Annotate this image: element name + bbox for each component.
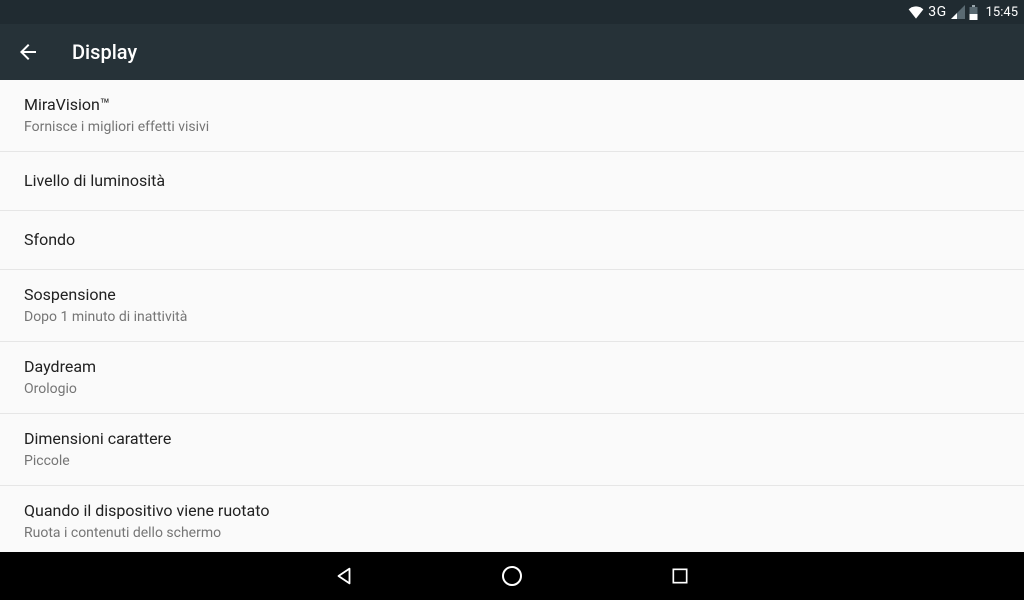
navigation-bar	[0, 552, 1024, 600]
nav-back-button[interactable]	[330, 562, 358, 590]
setting-brightness[interactable]: Livello di luminosità	[0, 152, 1024, 211]
cell-signal-icon	[951, 5, 965, 19]
setting-subtitle: Piccole	[24, 451, 1000, 471]
setting-title: Livello di luminosità	[24, 170, 1000, 192]
setting-subtitle: Ruota i contenuti dello schermo	[24, 523, 1000, 543]
nav-recents-button[interactable]	[666, 562, 694, 590]
setting-title: Sospensione	[24, 284, 1000, 306]
nav-home-button[interactable]	[498, 562, 526, 590]
setting-title: Sfondo	[24, 229, 1000, 251]
settings-list: MiraVision™ Fornisce i migliori effetti …	[0, 80, 1024, 552]
back-button[interactable]	[16, 40, 40, 64]
setting-sleep[interactable]: Sospensione Dopo 1 minuto di inattività	[0, 270, 1024, 342]
setting-rotation[interactable]: Quando il dispositivo viene ruotato Ruot…	[0, 486, 1024, 552]
setting-title: Daydream	[24, 356, 1000, 378]
setting-title: MiraVision™	[24, 94, 1000, 116]
setting-subtitle: Dopo 1 minuto di inattività	[24, 307, 1000, 327]
setting-title: Dimensioni carattere	[24, 428, 1000, 450]
wifi-icon	[908, 5, 924, 19]
setting-font-size[interactable]: Dimensioni carattere Piccole	[0, 414, 1024, 486]
page-title: Display	[72, 40, 137, 64]
setting-title: Quando il dispositivo viene ruotato	[24, 500, 1000, 522]
setting-miravision[interactable]: MiraVision™ Fornisce i migliori effetti …	[0, 80, 1024, 152]
network-label: 3G	[928, 4, 946, 20]
setting-subtitle: Fornisce i migliori effetti visivi	[24, 117, 1000, 137]
clock: 15:45	[986, 5, 1018, 20]
status-bar: 3G 15:45	[0, 0, 1024, 24]
setting-daydream[interactable]: Daydream Orologio	[0, 342, 1024, 414]
setting-wallpaper[interactable]: Sfondo	[0, 211, 1024, 270]
battery-icon	[969, 5, 978, 20]
app-bar: Display	[0, 24, 1024, 80]
setting-subtitle: Orologio	[24, 379, 1000, 399]
